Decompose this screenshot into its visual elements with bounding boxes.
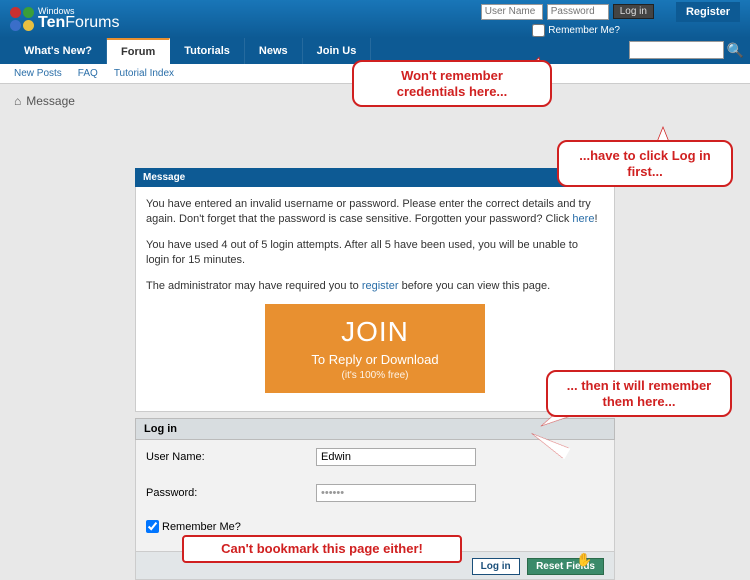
login-button-top[interactable]: Log in [613,4,654,19]
tab-tutorials[interactable]: Tutorials [170,38,245,64]
tab-whats-new[interactable]: What's New? [10,38,107,64]
remember-me-top[interactable]: Remember Me? [532,24,620,37]
annotation-callout-3: ... then it will remember them here... [546,370,732,417]
remember-me-form[interactable]: Remember Me? [146,520,604,533]
forgot-password-link[interactable]: here [572,213,594,225]
login-button-form[interactable]: Log in [472,558,520,575]
username-input-top[interactable] [481,4,543,20]
annotation-callout-4: Can't bookmark this page either! [182,535,462,563]
reset-fields-button[interactable]: Reset Fields [527,558,604,575]
password-label: Password: [146,487,316,499]
subnav-tutorial-index[interactable]: Tutorial Index [114,68,174,79]
message-panel-header: Message [135,168,615,187]
remember-checkbox-top[interactable] [532,24,545,37]
join-button[interactable]: JOIN To Reply or Download (it's 100% fre… [265,304,485,393]
message-panel-body: You have entered an invalid username or … [135,187,615,412]
breadcrumb-message: Message [26,94,75,108]
register-button[interactable]: Register [676,2,740,22]
annotation-callout-2: ...have to click Log in first... [557,140,733,187]
remember-checkbox-form[interactable] [146,520,159,533]
subnav-new-posts[interactable]: New Posts [14,68,62,79]
search-input[interactable] [629,41,724,59]
register-link[interactable]: register [362,280,399,292]
subnav-faq[interactable]: FAQ [78,68,98,79]
logo-text: Windows TenForums [38,7,120,32]
username-input[interactable] [316,448,476,466]
annotation-callout-1: Won't remember credentials here... [352,60,552,107]
home-icon[interactable]: ⌂ [14,94,21,108]
logo-icon [10,7,34,31]
tab-news[interactable]: News [245,38,303,64]
password-input-top[interactable] [547,4,609,20]
header-bar: Windows TenForums Log in Register Rememb… [0,0,750,38]
username-label: User Name: [146,451,316,463]
tab-forum[interactable]: Forum [107,38,170,64]
password-input[interactable] [316,484,476,502]
site-logo[interactable]: Windows TenForums [10,7,120,32]
search-icon[interactable]: 🔍 [727,42,744,59]
